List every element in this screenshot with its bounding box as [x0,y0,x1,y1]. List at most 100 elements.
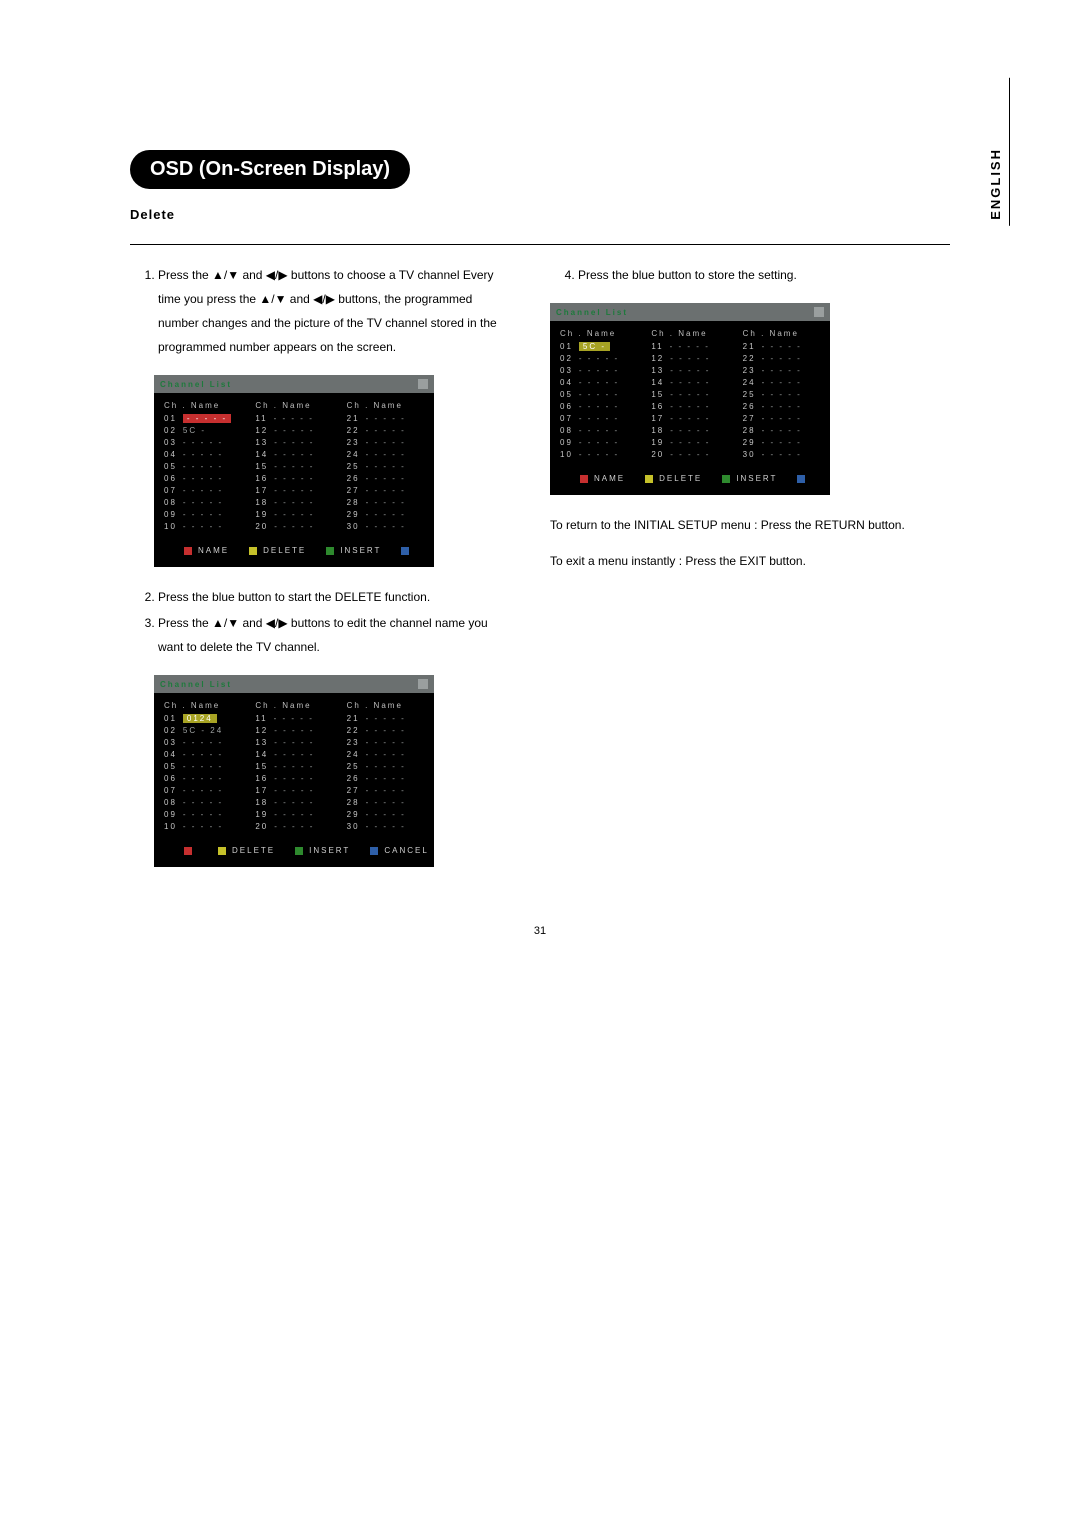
osd-channel-number: 27 [743,414,756,423]
osd-channel-number: 29 [347,810,360,819]
osd-channel-row: 15- - - - - [255,462,332,471]
osd-channel-number: 16 [255,474,268,483]
osd-channel-row: 21- - - - - [347,714,424,723]
osd-channel-name: - - - - - [670,342,710,351]
osd-channel-row: 02- - - - - [560,354,637,363]
osd-column: Ch . Name01- - - - -025C -03- - - - -04-… [164,401,241,534]
osd-channel-row: 10- - - - - [560,450,637,459]
osd-channel-row: 23- - - - - [743,366,820,375]
osd-channel-row: 07- - - - - [560,414,637,423]
osd-channel-name: - - - - - [274,750,314,759]
osd-channel-row: 24- - - - - [743,378,820,387]
osd-channel-name: - - - - - [762,342,802,351]
osd-grid: Ch . Name01 0124025C - 2403- - - - -04- … [154,693,434,840]
osd-grid: Ch . Name01- - - - -025C -03- - - - -04-… [154,393,434,540]
osd-titlebar: Channel List [550,303,830,321]
osd-channel-name: 5C - [183,426,206,435]
osd-channel-row: 29- - - - - [743,438,820,447]
osd-legend-item [797,474,811,483]
osd-channel-number: 20 [255,522,268,531]
osd-channel-name: 5C - [579,342,610,351]
osd-channel-number: 26 [743,402,756,411]
osd-column: Ch . Name015C -02- - - - -03- - - - -04-… [560,329,637,462]
osd-channel-row: 23- - - - - [347,738,424,747]
osd-channel-number: 21 [347,414,360,423]
osd-channel-number: 15 [255,762,268,771]
section-subhead: Delete [130,207,950,226]
osd-channel-number: 02 [560,354,573,363]
osd-channel-number: 14 [255,750,268,759]
color-box-icon [401,547,409,555]
page-number: 31 [130,925,950,937]
osd-channel-name: - - - - - [579,438,619,447]
osd-channel-name: - - - - - [366,450,406,459]
osd-channel-row: 27- - - - - [347,486,424,495]
osd-channel-row: 03- - - - - [164,438,241,447]
osd-channel-number: 29 [743,438,756,447]
osd-channel-number: 17 [255,486,268,495]
osd-channel-name: - - - - - [183,450,223,459]
osd-channel-number: 18 [255,498,268,507]
osd-channel-row: 30- - - - - [347,822,424,831]
osd-channel-row: 025C - [164,426,241,435]
left-column: Press the ▲/▼ and ◀/▶ buttons to choose … [130,263,510,885]
osd-channel-name: - - - - - [366,510,406,519]
osd-channel-row: 25- - - - - [347,462,424,471]
osd-column: Ch . Name21- - - - -22- - - - -23- - - -… [347,701,424,834]
osd-channel-number: 23 [347,438,360,447]
osd-channel-number: 15 [651,390,664,399]
osd-title-text: Channel List [160,680,232,689]
osd-channel-row: 30- - - - - [743,450,820,459]
osd-channel-row: 03- - - - - [560,366,637,375]
osd-channel-row: 13- - - - - [255,438,332,447]
osd-channel-name: - - - - - [183,486,223,495]
osd-channel-number: 06 [164,774,177,783]
osd-channel-number: 30 [743,450,756,459]
osd-channel-number: 05 [164,462,177,471]
osd-channel-number: 30 [347,522,360,531]
osd-channel-row: 26- - - - - [347,774,424,783]
step-3: Press the ▲/▼ and ◀/▶ buttons to edit th… [158,611,510,659]
osd-channel-row: 04- - - - - [164,750,241,759]
osd-channel-name: - - - - - [366,498,406,507]
osd-channel-name: - - - - - [762,414,802,423]
osd-channel-name: - - - - - [579,390,619,399]
osd-legend-item [401,546,415,555]
osd-channel-name: - - - - - [762,354,802,363]
page-title-pill: OSD (On-Screen Display) [130,150,410,189]
osd-channel-number: 03 [164,738,177,747]
osd-window-icon [418,379,428,389]
osd-channel-name: - - - - - [183,810,223,819]
osd-channel-name: - - - - - [274,510,314,519]
osd-channel-name: - - - - - [670,450,710,459]
step-4: Press the blue button to store the setti… [578,263,930,287]
osd-column-header: Ch . Name [347,701,424,710]
osd-channel-number: 05 [560,390,573,399]
osd-channel-number: 28 [347,798,360,807]
osd-channel-number: 07 [164,786,177,795]
osd-channel-row: 15- - - - - [255,762,332,771]
osd-channel-row: 025C - 24 [164,726,241,735]
osd-channel-row: 18- - - - - [255,798,332,807]
osd-screen-1: Channel ListCh . Name01- - - - -025C -03… [154,375,434,567]
osd-channel-number: 19 [255,510,268,519]
osd-channel-name: - - - - - [274,438,314,447]
osd-channel-row: 26- - - - - [347,474,424,483]
osd-channel-number: 10 [164,822,177,831]
osd-channel-number: 18 [255,798,268,807]
osd-channel-number: 21 [347,714,360,723]
osd-column: Ch . Name21- - - - -22- - - - -23- - - -… [743,329,820,462]
osd-channel-number: 14 [651,378,664,387]
color-box-icon [218,847,226,855]
osd-column-header: Ch . Name [560,329,637,338]
osd-channel-name: - - - - - [579,402,619,411]
osd-legend-item: INSERT [295,846,350,855]
osd-channel-name: - - - - - [670,378,710,387]
osd-channel-number: 20 [255,822,268,831]
osd-channel-row: 18- - - - - [651,426,728,435]
osd-channel-name: - - - - - [274,462,314,471]
osd-channel-name: - - - - - [274,786,314,795]
osd-column: Ch . Name21- - - - -22- - - - -23- - - -… [347,401,424,534]
osd-channel-row: 27- - - - - [347,786,424,795]
osd-channel-row: 15- - - - - [651,390,728,399]
